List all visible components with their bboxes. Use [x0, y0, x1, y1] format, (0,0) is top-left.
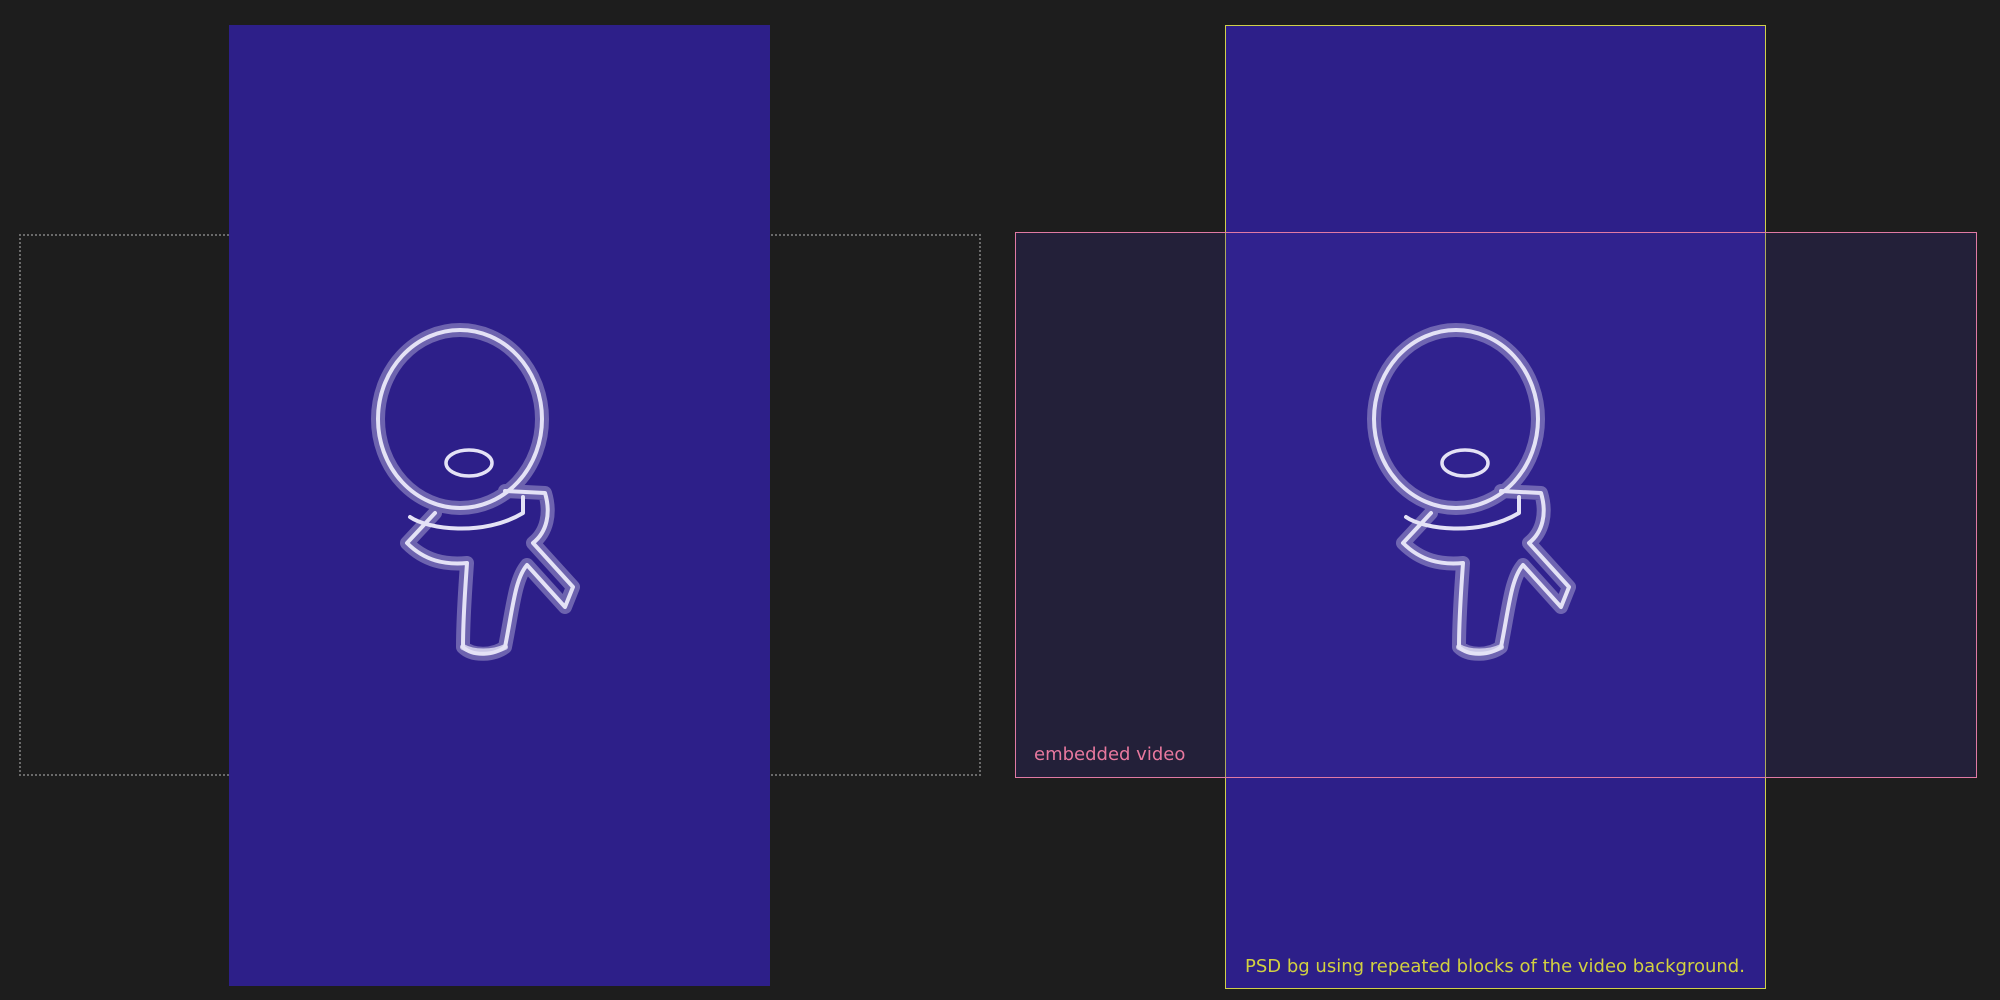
character-sketch-right [1351, 317, 1611, 677]
chalk-sketch-character-icon [371, 323, 580, 661]
chalk-sketch-character-icon [1367, 323, 1576, 661]
character-sketch-left [355, 317, 615, 677]
psd-bg-label: PSD bg using repeated blocks of the vide… [1245, 956, 1745, 977]
embedded-video-label: embedded video [1034, 744, 1186, 765]
